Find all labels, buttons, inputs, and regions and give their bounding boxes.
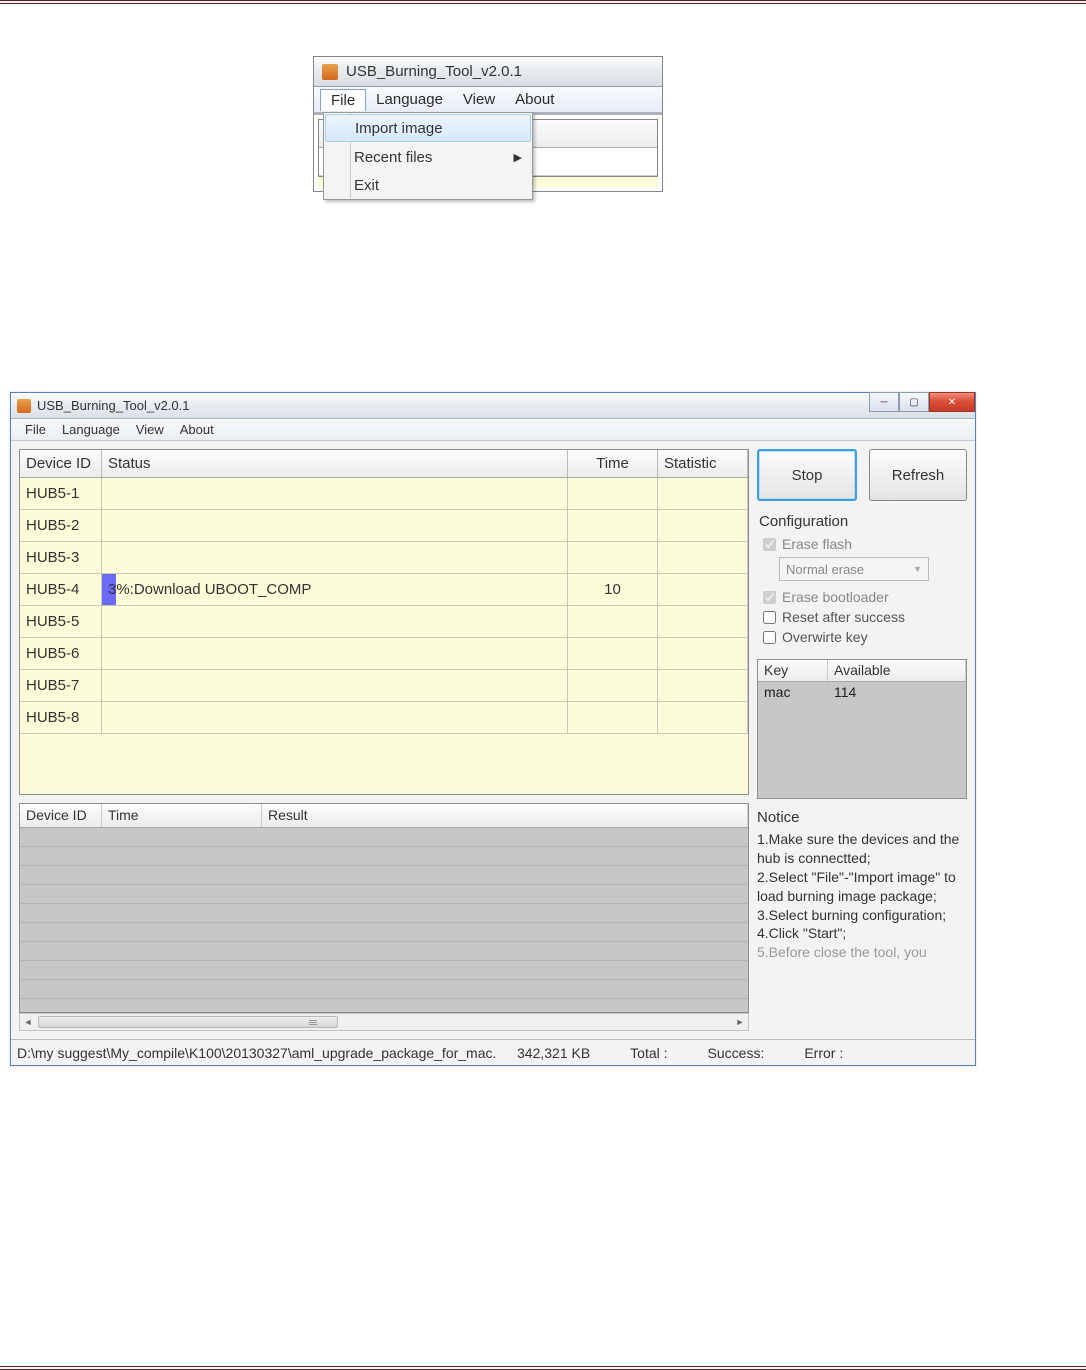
notice-line: 3.Select burning configuration; [757,906,967,925]
titlebar: USB_Burning_Tool_v2.0.1 [314,57,662,87]
menu-file[interactable]: File [320,89,366,111]
col-available[interactable]: Available [828,660,966,681]
horizontal-scrollbar[interactable]: ◄ ► [19,1013,749,1031]
menu-exit[interactable]: Exit [324,171,532,199]
maximize-button[interactable]: ▢ [899,392,929,412]
submenu-arrow-icon: ▶ [514,151,522,164]
refresh-button[interactable]: Refresh [869,449,967,501]
status-path: D:\my suggest\My_compile\K100\20130327\a… [17,1045,497,1061]
notice-line: 1.Make sure the devices and the hub is c… [757,830,967,868]
col-key[interactable]: Key [758,660,828,681]
reset-after-success-checkbox[interactable]: Reset after success [759,607,967,627]
notice-line: 4.Click "Start"; [757,924,967,943]
titlebar: USB_Burning_Tool_v2.0.1 ─ ▢ ✕ [11,393,975,419]
menu-import-image[interactable]: Import image [325,114,531,142]
erase-mode-select[interactable]: Normal erase ▼ [779,557,929,581]
table-row: HUB5-2 [20,510,748,542]
table-row: HUB5-43%:Download UBOOT_COMP10 [20,574,748,606]
erase-flash-checkbox[interactable]: Erase flash [759,534,967,554]
configuration-panel: Configuration Erase flash Normal erase ▼… [757,511,967,655]
status-error: Error : [784,1045,863,1061]
window-title: USB_Burning_Tool_v2.0.1 [37,398,190,413]
stop-button[interactable]: Stop [757,449,857,501]
grid-header: Device ID Status Time Statistic [20,450,748,478]
col-time[interactable]: Time [102,804,262,827]
table-row: HUB5-6 [20,638,748,670]
app-icon [322,64,338,80]
main-window: USB_Burning_Tool_v2.0.1 ─ ▢ ✕ File Langu… [10,392,976,1066]
screenshot-file-menu: USB_Burning_Tool_v2.0.1 File Language Vi… [313,56,663,192]
table-row: HUB5-7 [20,670,748,702]
menu-import-label: Import image [355,120,443,137]
menubar: File Language View About [314,87,662,113]
menu-view[interactable]: View [128,422,172,437]
minimize-button[interactable]: ─ [869,392,899,412]
notice-panel: Notice 1.Make sure the devices and the h… [757,809,967,979]
col-device[interactable]: Device ID [20,804,102,827]
col-statistic[interactable]: Statistic [658,450,748,477]
scroll-left-icon[interactable]: ◄ [20,1014,36,1030]
notice-line: 2.Select "File"-"Import image" to load b… [757,868,967,906]
table-row: HUB5-5 [20,606,748,638]
table-row: HUB5-1 [20,478,748,510]
device-grid: Device ID Status Time Statistic HUB5-1 H… [19,449,749,795]
notice-title: Notice [757,809,967,826]
status-size: 342,321 KB [497,1045,610,1061]
close-button[interactable]: ✕ [929,392,975,412]
config-title: Configuration [759,513,967,530]
chevron-down-icon: ▼ [913,564,922,574]
table-row: mac 114 [758,682,966,704]
status-bar: D:\my suggest\My_compile\K100\20130327\a… [11,1039,975,1065]
scroll-right-icon[interactable]: ► [732,1014,748,1030]
col-device[interactable]: Device ID [20,450,102,477]
menu-recent-files[interactable]: Recent files ▶ [324,143,532,171]
file-dropdown: Import image Recent files ▶ Exit [323,112,533,200]
menu-language[interactable]: Language [366,89,453,110]
status-text: 3%:Download UBOOT_COMP [108,581,311,598]
menu-about[interactable]: About [172,422,222,437]
menu-about[interactable]: About [505,89,564,110]
col-time[interactable]: Time [568,450,658,477]
menu-exit-label: Exit [354,177,379,194]
menu-recent-label: Recent files [354,149,432,166]
overwrite-key-checkbox[interactable]: Overwirte key [759,627,967,647]
col-result[interactable]: Result [262,804,748,827]
result-grid: Device ID Time Result [19,803,749,1013]
window-title: USB_Burning_Tool_v2.0.1 [346,63,522,80]
app-icon [17,399,31,413]
menubar: File Language View About [11,419,975,441]
table-row: HUB5-3 [20,542,748,574]
notice-line: 5.Before close the tool, you [757,943,967,962]
key-grid: Key Available mac 114 [757,659,967,799]
table-row: HUB5-8 [20,702,748,734]
scroll-thumb[interactable] [38,1016,338,1028]
menu-view[interactable]: View [453,89,505,110]
status-total: Total : [610,1045,687,1061]
erase-bootloader-checkbox[interactable]: Erase bootloader [759,587,967,607]
menu-language[interactable]: Language [54,422,128,437]
status-success: Success: [688,1045,785,1061]
menu-file[interactable]: File [17,422,54,437]
col-status[interactable]: Status [102,450,568,477]
